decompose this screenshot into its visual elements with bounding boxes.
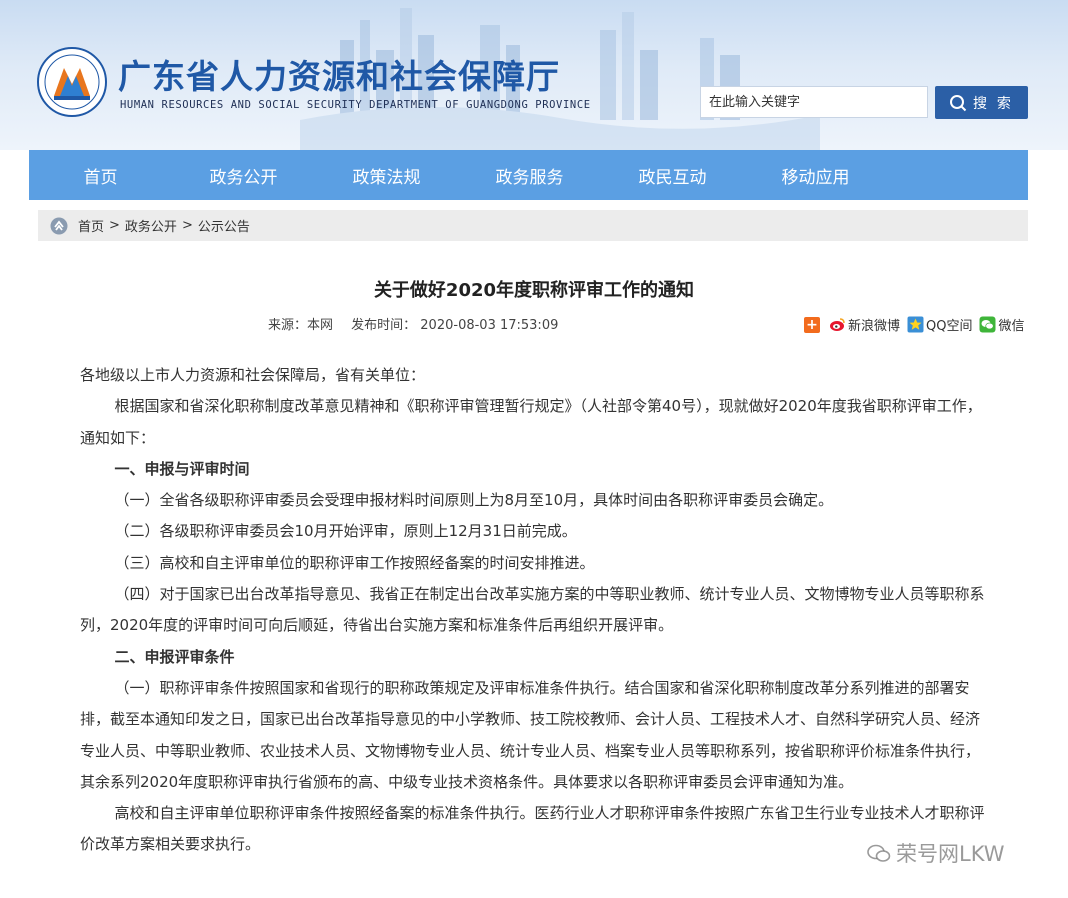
article-paragraph: 根据国家和省深化职称制度改革意见精神和《职称评审管理暂行规定》（人社部令第40号… [80,397,982,447]
main-nav: 首页 政务公开 政策法规 政务服务 政民互动 移动应用 [29,150,1028,200]
site-header: 广东省人力资源和社会保障厅 HUMAN RESOURCES AND SOCIAL… [0,0,1068,150]
search-input[interactable] [700,86,928,118]
article-paragraph: （一）全省各级职称评审委员会受理申报材料时间原则上为8月至10月，具体时间由各职… [114,491,834,510]
article-paragraph: （二）各级职称评审委员会10月开始评审，原则上12月31日前完成。 [114,522,577,541]
search-button[interactable]: 搜 索 [935,86,1028,119]
article-meta: 来源：本网 发布时间： 2020-08-03 17:53:09 [268,314,558,333]
breadcrumb-announcements[interactable]: 公示公告 [198,216,250,235]
site-title: 广东省人力资源和社会保障厅 [118,57,560,96]
location-icon [50,217,68,234]
article-paragraph: 高校和自主评审单位职称评审条件按照经备案的标准条件执行。医药行业人才职称评审条件… [80,804,985,854]
site-subtitle: HUMAN RESOURCES AND SOCIAL SECURITY DEPA… [120,99,591,111]
watermark-text: 荣号网LKW [896,842,1005,866]
article-salutation: 各地级以上市人力资源和社会保障局，省有关单位： [80,366,426,384]
department-emblem-logo [37,47,107,117]
share-qzone-label: QQ空间 [926,319,973,334]
breadcrumb-separator: > [181,218,193,233]
wechat-watermark-icon [867,844,891,862]
article-title: 关于做好2020年度职称评审工作的通知 [373,280,695,301]
nav-item-interaction[interactable]: 政民互动 [601,163,744,188]
section-heading: 二、申报评审条件 [114,647,235,666]
article-paragraph: （三）高校和自主评审单位的职称评审工作按照经备案的时间安排推进。 [114,553,595,572]
qzone-icon [907,316,924,333]
article-paragraph: （四）对于国家已出台改革指导意见、我省正在制定出台改革实施方案的中等职业教师、统… [80,585,985,635]
search-button-label: 搜 索 [973,94,1014,111]
breadcrumb-government-affairs[interactable]: 政务公开 [125,216,177,235]
nav-item-services[interactable]: 政务服务 [458,163,601,188]
article-paragraph: （一）职称评审条件按照国家和省现行的职称政策规定及评审标准条件执行。结合国家和省… [80,678,981,791]
breadcrumb: 首页 > 政务公开 > 公示公告 [38,210,1028,241]
wechat-icon [979,316,996,333]
share-bar: + 新浪微博 QQ空间 微信 [804,315,1032,334]
nav-item-mobile[interactable]: 移动应用 [744,163,887,188]
share-more-icon[interactable]: + [804,316,820,333]
nav-item-home[interactable]: 首页 [29,163,172,188]
search-icon [950,94,967,111]
share-weibo-label: 新浪微博 [848,319,901,334]
watermark: 荣号网LKW [866,838,1005,868]
article-source: 来源：本网 [268,318,334,333]
nav-item-policies[interactable]: 政策法规 [315,163,458,188]
share-weibo-button[interactable]: 新浪微博 [829,315,900,334]
article-published-time: 发布时间： 2020-08-03 17:53:09 [351,318,559,333]
section-heading: 一、申报与评审时间 [114,459,250,478]
article-body: 各地级以上市人力资源和社会保障局，省有关单位： 根据国家和省深化职称制度改革意见… [80,360,985,861]
share-qzone-button[interactable]: QQ空间 [907,315,972,334]
weibo-icon [830,318,845,331]
breadcrumb-home[interactable]: 首页 [78,216,104,235]
share-wechat-button[interactable]: 微信 [979,315,1025,334]
breadcrumb-separator: > [109,218,120,233]
share-wechat-label: 微信 [998,319,1025,334]
nav-item-government-affairs[interactable]: 政务公开 [172,163,315,188]
